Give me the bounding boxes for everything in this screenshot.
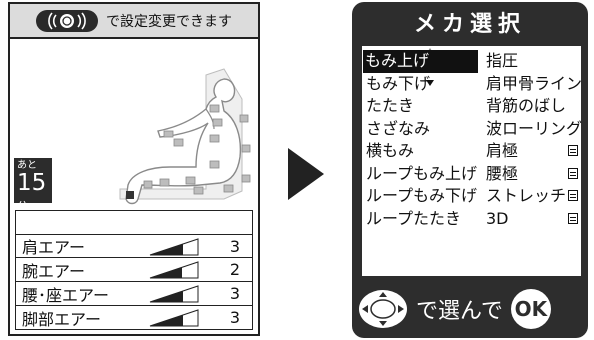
menu-item-label: 波ローリング: [486, 118, 583, 138]
menu-item-label: 腰極: [486, 163, 519, 183]
settings-hint: で設定変更できます: [106, 13, 232, 30]
ok-button[interactable]: OK: [510, 289, 551, 329]
air-intensity-list: 肩エアー 3 腕エアー 2 腰･座エアー 3 脚部エアー 3: [15, 234, 253, 330]
air-label: 腕エアー: [22, 261, 86, 281]
menu-panel: もみ上げ もみ下げ たたき さざなみ 横もみ ループもみ上げ ループもみ下げ ル…: [362, 46, 582, 276]
air-value: 2: [229, 260, 240, 279]
empty-row: [15, 210, 253, 234]
air-settings-screen: で設定変更できます あと 15分 肩エアー 3 腕エアー 2 腰･座エアー 3 …: [8, 2, 260, 336]
menu-item-loop-tataki[interactable]: ループたたき: [366, 208, 478, 231]
menu-item-kenkoukotsu-line[interactable]: 肩甲骨ライン: [486, 73, 582, 96]
menu-item-momisage[interactable]: もみ下げ: [366, 73, 478, 96]
menu-item-stretch[interactable]: ストレッチ: [486, 185, 578, 208]
timer-value: 15: [17, 170, 47, 196]
transition-arrow-icon: [288, 148, 324, 200]
air-row-legs[interactable]: 脚部エアー 3: [15, 306, 253, 330]
air-label: 腰･座エアー: [22, 285, 110, 305]
air-row-arm[interactable]: 腕エアー 2: [15, 258, 253, 282]
menu-item-label: 肩甲骨ライン: [486, 73, 583, 93]
menu-item-shiatsu[interactable]: 指圧: [486, 50, 578, 73]
air-row-waist-seat[interactable]: 腰･座エアー 3: [15, 282, 253, 306]
menu-item-katakiwami[interactable]: 肩極: [486, 140, 578, 163]
menu-item-3d[interactable]: 3D: [486, 208, 578, 231]
menu-item-wave-rolling[interactable]: 波ローリング: [486, 118, 582, 141]
menu-item-koshikiwami[interactable]: 腰極: [486, 163, 578, 186]
menu-item-yokomomi[interactable]: 横もみ: [366, 140, 478, 163]
menu-item-label: ストレッチ: [486, 186, 567, 205]
air-label: 脚部エアー: [22, 309, 102, 329]
menu-title: メカ選択: [413, 12, 526, 37]
intensity-wedge-icon: [149, 285, 199, 303]
submenu-icon: [568, 190, 578, 201]
air-value: 3: [229, 284, 240, 303]
submenu-icon: [568, 145, 578, 156]
menu-item-sesuji-nobashi[interactable]: 背筋のばし: [486, 95, 578, 118]
menu-item-label: 背筋のばし: [486, 96, 567, 115]
menu-column-left: もみ上げ もみ下げ たたき さざなみ 横もみ ループもみ上げ ループもみ下げ ル…: [363, 50, 478, 231]
air-row-shoulder[interactable]: 肩エアー 3: [15, 234, 253, 258]
menu-item-momiage[interactable]: もみ上げ: [363, 50, 478, 73]
menu-item-label: 指圧: [486, 51, 519, 70]
air-value: 3: [229, 236, 240, 256]
menu-item-label: 肩極: [486, 141, 519, 160]
mechanism-select-screen: メカ選択 もみ上げ もみ下げ たたき さざなみ 横もみ ループもみ上げ ループも…: [352, 2, 588, 338]
submenu-icon: [568, 212, 578, 224]
remote-key-icon: [36, 9, 98, 32]
submenu-icon: [568, 167, 578, 179]
intensity-wedge-icon: [149, 309, 199, 327]
air-value: 3: [229, 308, 240, 327]
footer-text: で選んで: [416, 299, 503, 324]
footer-instruction: で選んで OK: [352, 280, 588, 338]
intensity-wedge-icon: [149, 261, 199, 279]
menu-item-sazanami[interactable]: さざなみ: [366, 118, 478, 141]
menu-item-tataki[interactable]: たたき: [366, 95, 478, 118]
remaining-time: あと 15分: [14, 158, 52, 213]
menu-item-loop-momiage[interactable]: ループもみ上げ: [366, 163, 478, 186]
menu-item-loop-momisage[interactable]: ループもみ下げ: [366, 185, 478, 208]
menu-column-right: 指圧 肩甲骨ライン 背筋のばし 波ローリング 肩極 腰極 ストレッチ 3D: [486, 50, 582, 231]
left-header: で設定変更できます: [10, 4, 258, 39]
menu-item-label: 3D: [486, 208, 509, 228]
intensity-wedge-icon: [149, 238, 199, 256]
air-label: 肩エアー: [22, 238, 86, 257]
dpad-icon[interactable]: [358, 289, 408, 329]
